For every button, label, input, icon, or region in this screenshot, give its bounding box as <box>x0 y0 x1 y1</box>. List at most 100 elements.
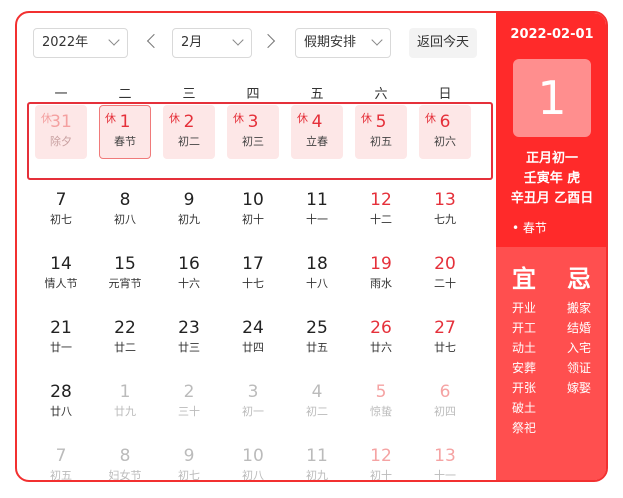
day-detail-panel: 2022-02-01 1 正月初一 壬寅年 虎 辛丑月 乙酉日 • 春节 宜 忌… <box>496 13 606 480</box>
day-cell[interactable]: 27 廿七 <box>417 309 473 367</box>
day-cell[interactable]: 7 初五 <box>33 437 89 480</box>
month-select[interactable]: 2月 <box>172 28 252 58</box>
lunar-label: 初十 <box>370 469 392 482</box>
lunar-label: 初二 <box>178 135 200 148</box>
lunar-label: 初九 <box>306 469 328 482</box>
yi-item: 祭祀 <box>512 421 537 435</box>
day-cell[interactable]: 6 初四 <box>417 373 473 431</box>
day-cell[interactable]: 21 廿一 <box>33 309 89 367</box>
weekday-label: 五 <box>310 87 324 102</box>
day-cell[interactable]: 2 三十 <box>161 373 217 431</box>
day-number: 21 <box>50 318 72 338</box>
day-number: 11 <box>306 446 328 466</box>
yi-item: 开张 <box>512 381 537 395</box>
day-cell[interactable]: 10 初十 <box>225 181 281 239</box>
day-cell[interactable]: 5 惊蛰 <box>353 373 409 431</box>
day-cell[interactable]: 20 二十 <box>417 245 473 303</box>
day-cell[interactable]: 休 3 初三 <box>225 103 281 161</box>
lunar-label: 十一 <box>434 469 456 482</box>
day-cell[interactable]: 休 1 春节 <box>97 103 153 161</box>
day-number: 14 <box>50 254 72 274</box>
day-cell[interactable]: 休 31 除夕 <box>33 103 89 161</box>
lunar-label: 初五 <box>370 135 392 148</box>
yi-title: 宜 <box>512 265 536 293</box>
lunar-label: 初七 <box>178 469 200 482</box>
year-select[interactable]: 2022年 <box>33 28 128 58</box>
day-cell[interactable]: 3 初一 <box>225 373 281 431</box>
day-number: 28 <box>50 382 72 402</box>
day-number: 7 <box>55 446 67 466</box>
day-cell[interactable]: 12 初十 <box>353 437 409 482</box>
back-to-today-button[interactable]: 返回今天 <box>409 28 477 58</box>
day-number: 3 <box>247 112 259 132</box>
day-cell[interactable]: 12 十二 <box>353 181 409 239</box>
month-select-value: 2月 <box>181 35 203 50</box>
day-cell[interactable]: 9 初九 <box>161 181 217 239</box>
day-cell[interactable]: 25 廿五 <box>289 309 345 367</box>
lunar-label: 十一 <box>306 213 328 226</box>
lunar-label: 廿三 <box>178 341 200 354</box>
year-ganzhi: 壬寅年 虎 <box>523 171 581 186</box>
prev-month-icon[interactable] <box>146 33 162 49</box>
day-cell[interactable]: 15 元宵节 <box>97 245 153 303</box>
lunar-label: 初三 <box>242 135 264 148</box>
lunar-label: 初一 <box>242 405 264 418</box>
day-cell[interactable]: 13 七九 <box>417 181 473 239</box>
day-cell[interactable]: 14 情人节 <box>33 245 89 303</box>
day-cell[interactable]: 19 雨水 <box>353 245 409 303</box>
day-number: 5 <box>375 382 387 402</box>
day-cell[interactable]: 4 初二 <box>289 373 345 431</box>
day-cell[interactable]: 17 十七 <box>225 245 281 303</box>
holiday-select[interactable]: 假期安排 <box>295 28 391 58</box>
day-number: 8 <box>119 446 131 466</box>
weekday-label: 四 <box>246 87 260 102</box>
lunar-label: 春节 <box>114 135 136 148</box>
day-cell[interactable]: 11 十一 <box>289 181 345 239</box>
day-number: 1 <box>119 112 131 132</box>
day-cell[interactable]: 9 初七 <box>161 437 217 482</box>
day-cell[interactable]: 10 初八 <box>225 437 281 480</box>
day-number: 19 <box>370 254 392 274</box>
day-number: 4 <box>311 382 323 402</box>
lunar-label: 妇女节 <box>108 469 142 482</box>
day-cell[interactable]: 7 初七 <box>33 181 89 239</box>
day-cell[interactable]: 休 5 初五 <box>353 103 409 161</box>
day-cell[interactable]: 24 廿四 <box>225 309 281 367</box>
ji-title: 忌 <box>567 265 591 293</box>
day-number: 22 <box>114 318 136 338</box>
weekday-label: 一 <box>54 87 68 102</box>
day-number: 12 <box>370 446 392 466</box>
day-cell[interactable]: 16 十六 <box>161 245 217 303</box>
weekday-label: 日 <box>438 87 452 102</box>
day-cell[interactable]: 8 初八 <box>97 181 153 239</box>
day-cell[interactable]: 13 十一 <box>417 437 473 482</box>
lunar-label: 十二 <box>370 213 392 226</box>
weekday-label: 三 <box>182 87 196 102</box>
lunar-label: 廿六 <box>370 341 392 354</box>
day-cell[interactable]: 22 廿二 <box>97 309 153 367</box>
day-cell[interactable]: 23 廿三 <box>161 309 217 367</box>
day-number: 27 <box>434 318 456 338</box>
day-cell[interactable]: 11 初九 <box>289 437 345 482</box>
calendar-widget: 2022年 2月 假期安排 返回今天 一二三四五六日 休 31 除夕休 1 春节休 2 初二… <box>15 11 608 482</box>
day-cell[interactable]: 28 廿八 <box>33 373 89 431</box>
ji-item: 结婚 <box>567 321 592 335</box>
ji-item: 嫁娶 <box>567 381 592 395</box>
lunar-label: 初八 <box>114 213 136 226</box>
lunar-label: 十七 <box>242 277 264 290</box>
day-cell[interactable]: 休 4 立春 <box>289 103 345 161</box>
day-cell[interactable]: 休 6 初六 <box>417 103 473 161</box>
day-cell[interactable]: 1 廿九 <box>97 373 153 431</box>
weekday-header: 一二三四五六日 <box>33 83 481 102</box>
day-number: 18 <box>306 254 328 274</box>
day-number: 10 <box>242 446 264 466</box>
day-cell[interactable]: 8 妇女节 <box>97 437 153 482</box>
ji-item: 入宅 <box>567 341 592 355</box>
next-month-icon[interactable] <box>260 33 276 49</box>
day-cell[interactable]: 18 十八 <box>289 245 345 303</box>
day-number: 31 <box>50 112 72 132</box>
day-number: 24 <box>242 318 264 338</box>
lunar-label: 廿七 <box>434 341 456 354</box>
day-cell[interactable]: 26 廿六 <box>353 309 409 367</box>
day-cell[interactable]: 休 2 初二 <box>161 103 217 161</box>
